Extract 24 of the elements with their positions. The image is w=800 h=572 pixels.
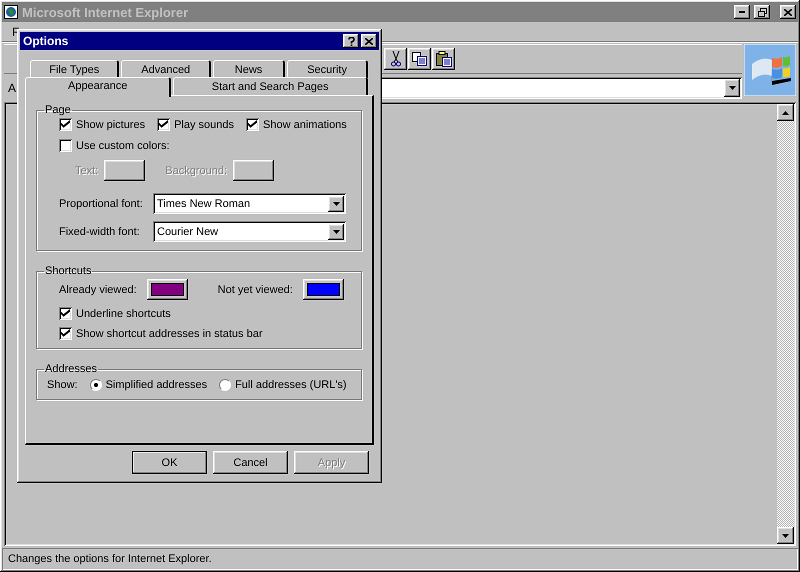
field-label: Show: bbox=[47, 379, 78, 391]
window-title: Microsoft Internet Explorer bbox=[22, 4, 190, 20]
group-title: Shortcuts bbox=[44, 265, 92, 277]
field-label: Already viewed: bbox=[59, 284, 137, 296]
radio-label: Simplified addresses bbox=[106, 379, 208, 391]
field-label: Not yet viewed: bbox=[218, 284, 293, 296]
field-label: Background: bbox=[165, 164, 227, 176]
checkbox-label: Show pictures bbox=[76, 118, 146, 130]
checkbox-label: Play sounds bbox=[174, 118, 234, 130]
checkbox-label: Underline shortcuts bbox=[76, 308, 171, 320]
group-title: Page bbox=[44, 104, 72, 116]
dialog-title: Options bbox=[23, 34, 70, 48]
checkbox-label: Show shortcut addresses in status bar bbox=[76, 328, 262, 340]
checkbox-label: Use custom colors: bbox=[76, 140, 170, 152]
field-label: Proportional font: bbox=[59, 198, 144, 210]
status-text: Changes the options for Internet Explorer. bbox=[8, 553, 212, 565]
field-label: Text: bbox=[75, 164, 98, 176]
radio-label: Full addresses (URL's) bbox=[235, 379, 347, 391]
field-label: Fixed-width font: bbox=[59, 226, 141, 238]
checkbox-label: Show animations bbox=[263, 118, 347, 130]
group-title: Addresses bbox=[44, 363, 98, 375]
dropdown-value: Times New Roman bbox=[157, 198, 252, 210]
dropdown-value: Courier New bbox=[157, 226, 220, 238]
address-label: A bbox=[8, 81, 16, 95]
